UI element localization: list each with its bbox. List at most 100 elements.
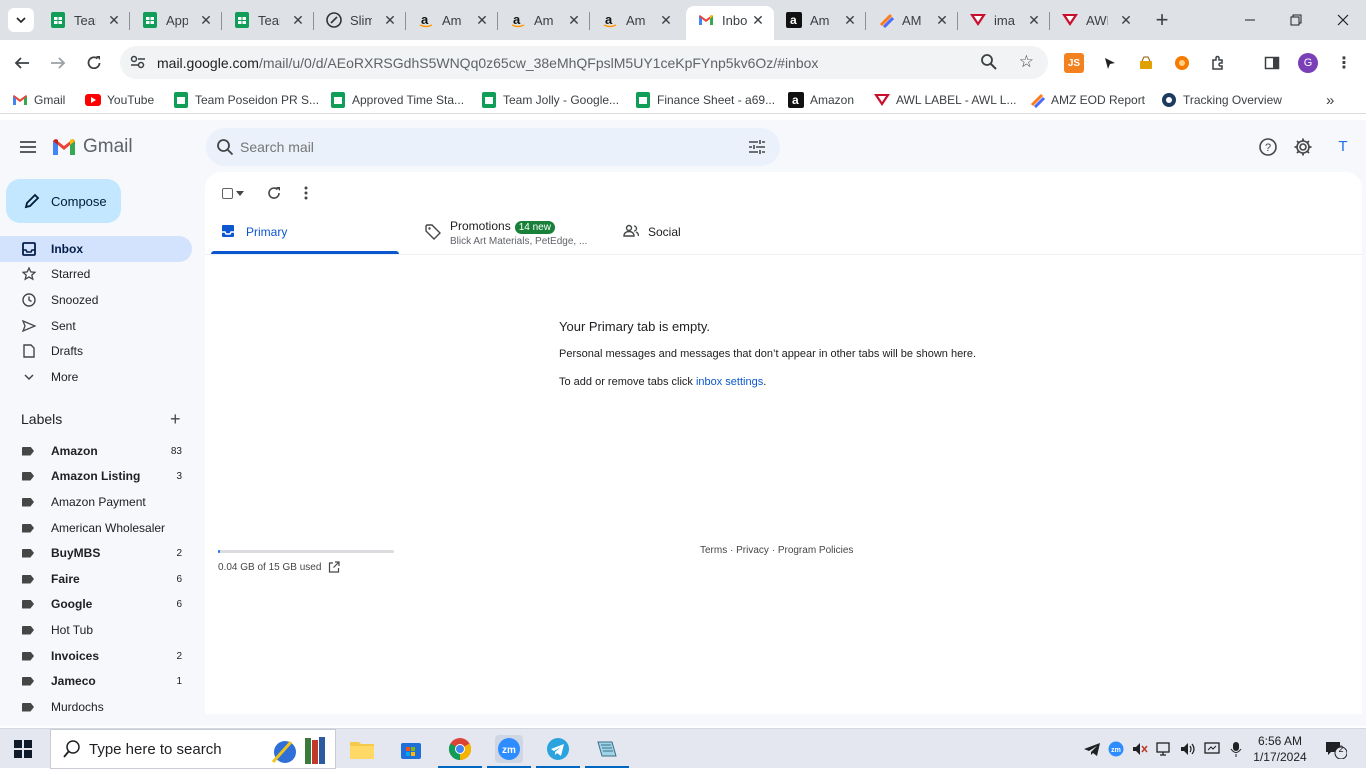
volume-muted-icon[interactable] <box>1132 741 1148 757</box>
reload-button[interactable] <box>81 50 107 76</box>
windows-start-icon[interactable] <box>14 740 32 758</box>
close-window-button[interactable] <box>1331 8 1355 32</box>
close-icon[interactable]: ✕ <box>566 12 582 28</box>
close-icon[interactable]: ✕ <box>934 12 950 28</box>
address-bar[interactable]: mail.google.com/mail/u/0/d/AEoRXRSGdhS5W… <box>120 46 1048 79</box>
browser-tab[interactable]: AM ✕ <box>866 6 958 34</box>
orange-extension-icon[interactable] <box>1172 53 1192 73</box>
browser-tab[interactable]: a Am ✕ <box>590 6 682 34</box>
nav-item-drafts[interactable]: Drafts <box>0 338 192 364</box>
browser-tab-active[interactable]: Inbo ✕ <box>686 6 774 40</box>
browser-tab[interactable]: AWI ✕ <box>1050 6 1142 34</box>
network-icon[interactable] <box>1156 741 1172 757</box>
tab-social[interactable]: Social <box>613 210 801 254</box>
bookmark-youtube[interactable]: YouTube <box>85 92 154 108</box>
display-icon[interactable] <box>1204 741 1220 757</box>
telegram-taskbar-icon[interactable] <box>536 735 580 768</box>
browser-tab[interactable]: ima ✕ <box>958 6 1050 34</box>
select-all-checkbox[interactable] <box>218 184 236 202</box>
zoom-icon[interactable] <box>980 53 1000 73</box>
account-avatar[interactable]: T <box>1332 135 1354 157</box>
chrome-taskbar-icon[interactable] <box>438 735 482 768</box>
browser-tab[interactable]: a Am ✕ <box>774 6 866 34</box>
site-info-icon[interactable] <box>128 52 148 72</box>
browser-tab[interactable]: a Am ✕ <box>498 6 590 34</box>
inbox-settings-link[interactable]: inbox settings <box>696 376 763 388</box>
search-options-icon[interactable] <box>748 138 766 156</box>
file-explorer-icon[interactable] <box>348 735 376 763</box>
extensions-puzzle-icon[interactable] <box>1208 53 1228 73</box>
label-item[interactable]: Google 6 <box>0 592 192 616</box>
select-dropdown-icon[interactable] <box>235 184 245 202</box>
bookmark-star-icon[interactable]: ☆ <box>1019 52 1034 72</box>
browser-tab[interactable]: App ✕ <box>130 6 222 34</box>
search-input[interactable] <box>240 136 720 158</box>
browser-tab[interactable]: Tear ✕ <box>222 6 314 34</box>
close-icon[interactable]: ✕ <box>842 12 858 28</box>
nav-item-snoozed[interactable]: Snoozed <box>0 287 192 313</box>
more-options-icon[interactable] <box>297 184 315 202</box>
label-item[interactable]: Jameco 1 <box>0 669 192 693</box>
close-icon[interactable]: ✕ <box>750 12 766 28</box>
add-label-icon[interactable]: + <box>170 410 181 428</box>
notepad-taskbar-icon[interactable] <box>585 735 629 768</box>
zoom-tray-icon[interactable]: zm <box>1108 741 1124 757</box>
bookmark-amazon[interactable]: a Amazon <box>788 92 854 108</box>
minimize-button[interactable] <box>1238 8 1262 32</box>
search-bar[interactable] <box>206 128 780 166</box>
bookmark-amz-eod[interactable]: AMZ EOD Report <box>1029 92 1145 108</box>
browser-tab[interactable]: Tear ✕ <box>38 6 130 34</box>
tab-primary[interactable]: Primary <box>211 210 399 254</box>
refresh-icon[interactable] <box>265 184 283 202</box>
forward-button[interactable] <box>45 50 71 76</box>
tab-search-button[interactable] <box>8 8 34 32</box>
browser-tab[interactable]: Slim ✕ <box>314 6 406 34</box>
program-policies-link[interactable]: Program Policies <box>778 545 854 556</box>
close-icon[interactable]: ✕ <box>290 12 306 28</box>
browser-menu-icon[interactable]: ⋮ <box>1334 53 1354 73</box>
browser-tab[interactable]: a Am ✕ <box>406 6 498 34</box>
nav-item-more[interactable]: More <box>0 364 192 390</box>
back-button[interactable] <box>9 50 35 76</box>
compose-button[interactable]: Compose <box>6 179 121 223</box>
bookmark-awl-label[interactable]: AWL LABEL - AWL L... <box>874 92 1017 108</box>
nav-item-starred[interactable]: Starred <box>0 261 192 287</box>
restore-button[interactable] <box>1284 8 1308 32</box>
close-icon[interactable]: ✕ <box>1026 12 1042 28</box>
nav-item-inbox[interactable]: Inbox <box>0 236 192 262</box>
bookmark-gmail[interactable]: Gmail <box>12 92 65 108</box>
gmail-logo[interactable]: Gmail <box>51 136 133 158</box>
terms-link[interactable]: Terms <box>700 545 727 556</box>
label-item[interactable]: Amazon 83 <box>0 439 192 463</box>
zoom-taskbar-icon[interactable]: zm <box>487 735 531 768</box>
close-icon[interactable]: ✕ <box>382 12 398 28</box>
system-clock[interactable]: 6:56 AM 1/17/2024 <box>1250 733 1310 765</box>
new-tab-button[interactable]: + <box>1150 7 1174 32</box>
close-icon[interactable]: ✕ <box>106 12 122 28</box>
close-icon[interactable]: ✕ <box>1118 12 1134 28</box>
label-item[interactable]: Invoices 2 <box>0 644 192 668</box>
tab-promotions[interactable]: Promotions 14 new Blick Art Materials, Pe… <box>415 210 603 254</box>
bookmark-finance-sheet[interactable]: Finance Sheet - a69... <box>635 92 775 108</box>
microphone-icon[interactable] <box>1228 741 1244 757</box>
bookmark-tracking[interactable]: Tracking Overview <box>1161 92 1282 108</box>
help-icon[interactable]: ? <box>1257 136 1279 158</box>
bookmark-approved-time[interactable]: Approved Time Sta... <box>330 92 464 108</box>
label-item[interactable]: Amazon Listing 3 <box>0 464 192 488</box>
js-extension-icon[interactable]: JS <box>1064 53 1084 73</box>
label-item[interactable]: American Wholesaler <box>0 516 192 540</box>
bookmark-team-poseidon[interactable]: Team Poseidon PR S... <box>173 92 319 108</box>
settings-gear-icon[interactable] <box>1292 136 1314 158</box>
nav-item-sent[interactable]: Sent <box>0 313 192 339</box>
microsoft-store-icon[interactable] <box>397 735 425 763</box>
side-panel-icon[interactable] <box>1262 53 1282 73</box>
close-icon[interactable]: ✕ <box>474 12 490 28</box>
open-external-icon[interactable] <box>328 561 341 573</box>
label-item[interactable]: BuyMBS 2 <box>0 541 192 565</box>
main-menu-icon[interactable] <box>18 137 38 157</box>
more-bookmarks-icon[interactable]: » <box>1326 92 1334 109</box>
taskbar-search-box[interactable]: Type here to search <box>50 729 336 769</box>
profile-avatar[interactable]: G <box>1298 53 1318 73</box>
label-item[interactable]: Faire 6 <box>0 567 192 591</box>
privacy-link[interactable]: Privacy <box>736 545 769 556</box>
